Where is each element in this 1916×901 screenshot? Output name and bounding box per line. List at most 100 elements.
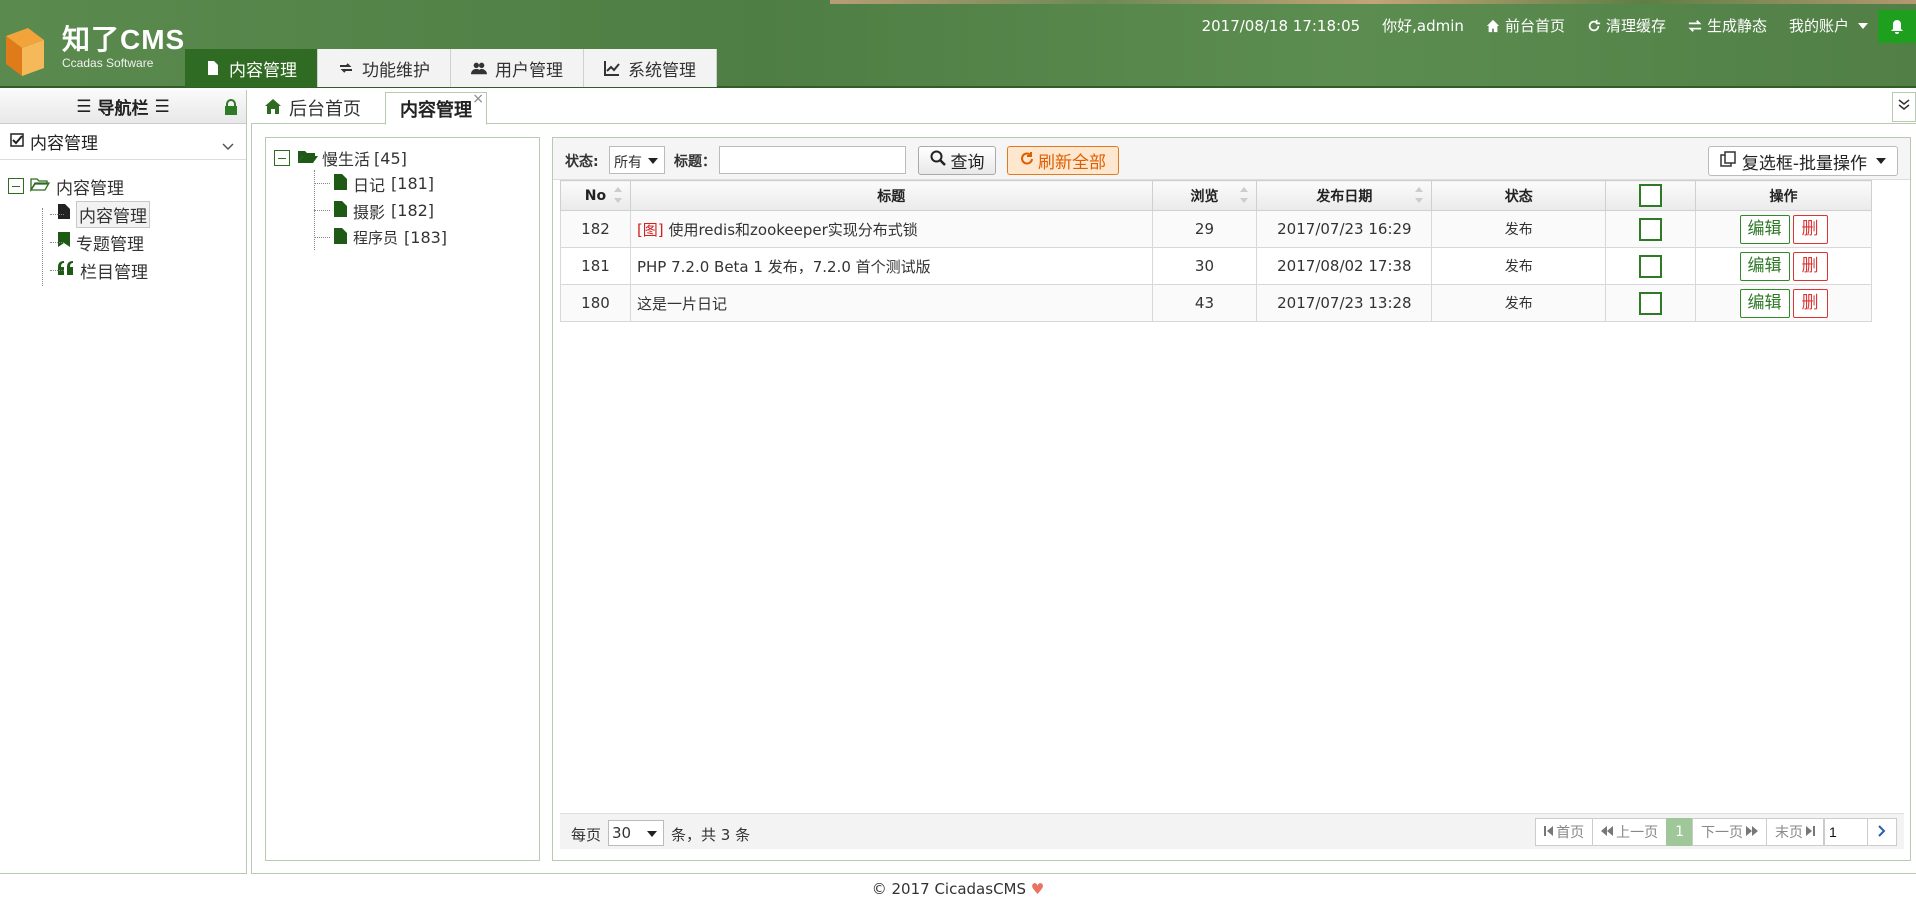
table-row: 181 PHP 7.2.0 Beta 1 发布，7.2.0 首个测试版 30 2…: [560, 247, 1872, 285]
copy-icon: [1720, 150, 1736, 172]
sidebar-section-label: 内容管理: [30, 134, 98, 154]
sidebar: ☰ 导航栏 ☰ 内容管理 内容管理 内容管理 专题管理 栏目管理: [0, 90, 247, 874]
edit-button[interactable]: 编辑: [1739, 288, 1790, 318]
column-header-date[interactable]: 发布日期: [1256, 180, 1433, 211]
notification-button[interactable]: [1878, 10, 1916, 43]
collapse-box-icon[interactable]: [274, 150, 290, 166]
column-header-no[interactable]: No: [560, 180, 631, 211]
select-all-checkbox[interactable]: [1639, 184, 1663, 207]
first-page-button[interactable]: 首页: [1535, 818, 1594, 846]
tab-function-maintenance[interactable]: 功能维护: [318, 49, 451, 87]
category-count: [181]: [391, 174, 435, 193]
main-nav-tabs: 内容管理 功能维护 用户管理 系统管理: [185, 49, 717, 87]
content-grid-panel: 状态: 所有 标题： 查询 刷新全部 复选框-批量操作 No 标题 浏览 发布日…: [552, 137, 1911, 861]
chevron-right-icon: [1878, 823, 1886, 841]
tab-content-label: 内容管理: [400, 99, 472, 121]
category-root[interactable]: 慢生活 [45]: [274, 146, 539, 170]
chart-icon: [604, 60, 620, 76]
go-page-button[interactable]: [1867, 818, 1897, 846]
search-icon: [930, 150, 946, 171]
sort-icon[interactable]: [613, 187, 622, 203]
tab-system-management[interactable]: 系统管理: [584, 49, 717, 87]
file-icon: [334, 173, 347, 194]
sidebar-item-topic-management[interactable]: 专题管理: [8, 228, 246, 256]
delete-button[interactable]: 删: [1792, 288, 1828, 318]
edit-button[interactable]: 编辑: [1739, 214, 1790, 244]
column-header-views[interactable]: 浏览: [1151, 180, 1258, 211]
per-page-select[interactable]: 30: [608, 820, 664, 846]
tab-content-management[interactable]: 内容管理: [185, 49, 318, 87]
query-button[interactable]: 查询: [918, 146, 996, 175]
logo-text: 知了CMS: [62, 24, 186, 55]
sidebar-section-content[interactable]: 内容管理: [0, 124, 246, 160]
sort-icon[interactable]: [1240, 187, 1249, 203]
category-item[interactable]: 摄影 [182]: [274, 197, 539, 224]
delete-button[interactable]: 删: [1792, 251, 1828, 281]
title-link[interactable]: PHP 7.2.0 Beta 1 发布，7.2.0 首个测试版: [637, 258, 931, 276]
tree-root-label: 内容管理: [56, 178, 124, 199]
delete-button[interactable]: 删: [1792, 214, 1828, 244]
heart-icon: ♥: [1030, 880, 1045, 898]
title-link[interactable]: 这是一片日记: [637, 295, 727, 313]
sidebar-item-content-management[interactable]: 内容管理: [8, 200, 246, 228]
sidebar-tree: 内容管理 内容管理 专题管理 栏目管理: [0, 160, 246, 286]
top-toolbar: 2017/08/18 17:18:05 你好,admin 前台首页 清理缓存 生…: [1202, 15, 1868, 36]
copyright-text: © 2017 CicadasCMS: [871, 880, 1027, 898]
next-page-button[interactable]: 下一页: [1692, 818, 1767, 846]
frontend-home-link[interactable]: 前台首页: [1486, 15, 1565, 36]
category-count: [182]: [391, 201, 435, 220]
cell-no: 181: [560, 247, 631, 285]
content-tabs: 后台首页 内容管理 ×: [251, 91, 1916, 125]
last-page-label: 末页: [1775, 825, 1803, 841]
generate-static-link[interactable]: 生成静态: [1688, 15, 1767, 36]
caret-down-icon: [1858, 22, 1868, 29]
sidebar-item-column-management[interactable]: 栏目管理: [8, 256, 246, 284]
category-name: 程序员: [353, 229, 399, 247]
category-item[interactable]: 程序员 [183]: [274, 224, 539, 251]
refresh-icon: [1020, 151, 1034, 171]
clear-cache-link[interactable]: 清理缓存: [1587, 15, 1666, 36]
forward-icon: [1746, 824, 1758, 840]
title-search-input[interactable]: [719, 146, 906, 174]
row-checkbox[interactable]: [1639, 291, 1663, 315]
cell-title[interactable]: PHP 7.2.0 Beta 1 发布，7.2.0 首个测试版: [629, 247, 1153, 285]
column-header-select-all[interactable]: [1605, 180, 1697, 211]
refresh-all-button[interactable]: 刷新全部: [1007, 146, 1119, 175]
tree-root-content[interactable]: 内容管理: [8, 172, 246, 200]
footer: © 2017 CicadasCMS ♥: [0, 880, 1916, 898]
file-icon: [58, 204, 70, 224]
current-page-button[interactable]: 1: [1666, 818, 1693, 846]
cell-status: 发布: [1431, 210, 1607, 248]
prev-page-button[interactable]: 上一页: [1592, 818, 1668, 846]
collapse-box-icon[interactable]: [8, 178, 24, 194]
cell-title[interactable]: [图] 使用redis和zookeeper实现分布式锁: [629, 210, 1153, 248]
sidebar-item-label: 栏目管理: [80, 262, 148, 283]
category-tree: 慢生活 [45] 日记 [181] 摄影 [182] 程序员 [183]: [266, 138, 539, 251]
title-label: 标题：: [674, 154, 716, 170]
first-page-label: 首页: [1556, 825, 1585, 841]
status-select[interactable]: 所有: [609, 146, 665, 174]
category-item[interactable]: 日记 [181]: [274, 170, 539, 197]
close-icon[interactable]: ×: [472, 91, 484, 107]
tab-label: 功能维护: [362, 60, 430, 81]
generate-static-label: 生成静态: [1706, 17, 1767, 35]
edit-button[interactable]: 编辑: [1739, 251, 1790, 281]
my-account-menu[interactable]: 我的账户: [1789, 15, 1868, 36]
row-checkbox[interactable]: [1639, 254, 1663, 278]
tab-backend-home[interactable]: 后台首页: [251, 92, 375, 124]
collapse-panel-button[interactable]: [1892, 92, 1916, 122]
tab-user-management[interactable]: 用户管理: [451, 49, 584, 87]
backward-icon: [1601, 824, 1614, 840]
last-page-button[interactable]: 末页: [1766, 818, 1824, 846]
sidebar-item-label: 专题管理: [76, 234, 144, 255]
table-row: 182 [图] 使用redis和zookeeper实现分布式锁 29 2017/…: [560, 210, 1872, 248]
column-header-title: 标题: [629, 180, 1153, 211]
sort-icon[interactable]: [1415, 187, 1424, 203]
batch-operation-dropdown[interactable]: 复选框-批量操作: [1708, 146, 1898, 176]
cell-title[interactable]: 这是一片日记: [629, 284, 1153, 322]
tab-content-management-active[interactable]: 内容管理 ×: [385, 91, 487, 125]
title-link[interactable]: 使用redis和zookeeper实现分布式锁: [668, 221, 917, 239]
row-checkbox[interactable]: [1639, 217, 1663, 241]
page-number-input[interactable]: [1824, 818, 1868, 846]
lock-icon[interactable]: [224, 99, 238, 120]
